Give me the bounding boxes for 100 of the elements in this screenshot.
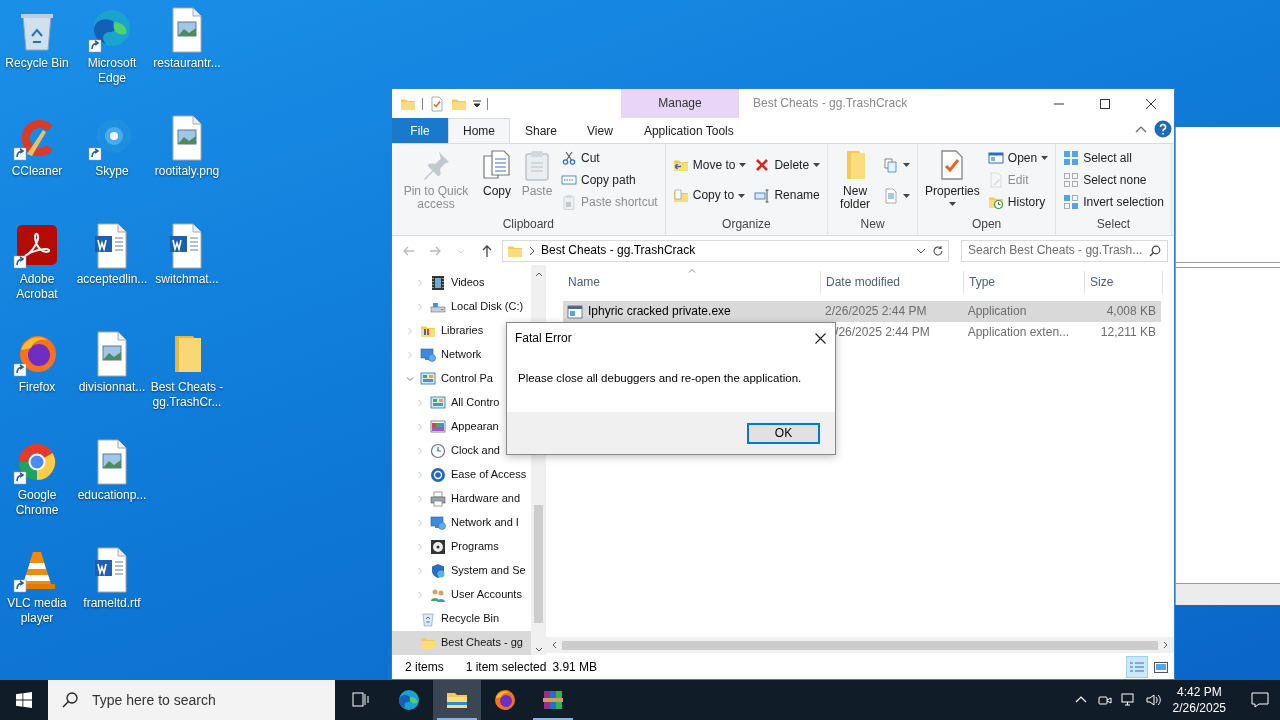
shield-icon	[430, 563, 446, 579]
ribbon-button[interactable]: New folder	[832, 147, 879, 213]
icon-label[interactable]: Google Chrome	[0, 488, 74, 518]
table-cell-text: Application exten...	[966, 325, 1071, 340]
page-icon	[883, 187, 900, 204]
ribbon-tab[interactable]: Share	[510, 118, 573, 143]
ribbon-button[interactable]: History	[984, 191, 1052, 213]
chevron-icon	[529, 246, 535, 255]
ribbon-button[interactable]: Copy to	[669, 184, 750, 207]
text-cursor-icon	[754, 187, 771, 204]
icon-label[interactable]: divisionnat...	[78, 380, 146, 395]
taskbar-app[interactable]	[433, 680, 481, 720]
ribbon-tab[interactable]: Application Tools	[629, 118, 748, 143]
icon-label[interactable]: restaurantr...	[153, 56, 221, 71]
nav-item[interactable]: Programs	[392, 535, 531, 559]
ribbon-button[interactable]: Invert selection	[1060, 191, 1167, 213]
volume-icon[interactable]	[1144, 692, 1161, 708]
ribbon-button[interactable]: Properties	[922, 147, 983, 208]
nav-item[interactable]: Appearan	[392, 415, 531, 439]
grid-icon	[1063, 194, 1080, 210]
scissors-icon	[561, 150, 577, 166]
icon-label[interactable]: Adobe Acrobat	[0, 272, 74, 302]
scroll-down-icon[interactable]	[534, 647, 543, 653]
ribbon-button[interactable]: Rename	[751, 184, 824, 207]
ribbon-button[interactable]: Copy	[478, 147, 516, 200]
scroll-left-icon[interactable]	[551, 641, 557, 649]
network-icon[interactable]	[1120, 692, 1137, 708]
nav-item[interactable]: Hardware and	[392, 487, 531, 511]
ribbon-button[interactable]: Open	[984, 147, 1052, 169]
group-label: Clipboard	[501, 217, 556, 233]
icon-label[interactable]: Best Cheats - gg.TrashCr...	[150, 380, 224, 410]
text-field-icon	[561, 172, 577, 188]
clock[interactable]: 4:42 PM 2/26/2025	[1164, 680, 1234, 720]
nav-item[interactable]: Recycle Bin	[392, 607, 531, 631]
icon-label[interactable]: Microsoft Edge	[75, 56, 149, 86]
control-panel-icon	[430, 395, 446, 411]
scrollbar-thumb[interactable]	[562, 640, 1158, 650]
ribbon-tab[interactable]: Home	[448, 118, 510, 143]
table-cell-text: /26/2025 2:44 PM	[834, 325, 931, 340]
browser-icon	[493, 688, 517, 712]
ribbon-button[interactable]: Delete	[751, 154, 824, 177]
column-header[interactable]: Size	[1085, 271, 1163, 294]
ribbon-button[interactable]: Select all	[1060, 147, 1167, 169]
nav-item[interactable]: User Accounts	[392, 583, 531, 607]
icon-label[interactable]: acceptedlin...	[76, 272, 148, 287]
application-icon	[567, 303, 583, 320]
column-header[interactable]: Name	[563, 271, 821, 294]
grid-icon	[1063, 172, 1080, 188]
nav-item[interactable]: Best Cheats - gg	[392, 631, 531, 655]
group-label: Open	[970, 217, 1003, 233]
scrollbar-thumb[interactable]	[534, 505, 543, 623]
nav-item[interactable]: Network	[392, 343, 531, 367]
refresh-icon[interactable]	[932, 244, 944, 257]
icon-label[interactable]: Recycle Bin	[5, 56, 69, 71]
column-header[interactable]: Type	[964, 271, 1085, 294]
scrollbar[interactable]	[546, 637, 1174, 653]
context-tab[interactable]: Manage	[621, 89, 739, 118]
caret-icon[interactable]	[473, 98, 481, 109]
scroll-right-icon[interactable]	[1163, 641, 1169, 649]
icon-label[interactable]: Skype	[95, 164, 129, 179]
chevron-down-icon[interactable]	[916, 247, 926, 254]
ok-button[interactable]: OK	[747, 422, 820, 444]
accessibility-icon	[430, 467, 446, 483]
breadcrumb[interactable]: Best Cheats - gg.TrashCrack	[541, 243, 696, 258]
nav-item[interactable]: All Contro	[392, 391, 531, 415]
maximize-icon[interactable]	[1100, 98, 1110, 109]
table-cell-text: 4,008 KB	[1105, 304, 1157, 319]
ribbon-button[interactable]: Move to	[669, 154, 750, 177]
search-icon	[62, 692, 78, 708]
search-field[interactable]: Search Best Cheats - gg.Trash...	[961, 239, 1168, 262]
nav-item[interactable]: System and Se	[392, 559, 531, 583]
icon-label[interactable]: switchmat...	[155, 272, 219, 287]
help-button[interactable]	[1152, 118, 1174, 140]
ribbon-button[interactable]: Copy path	[558, 169, 661, 191]
network-icon	[420, 347, 436, 363]
nav-item[interactable]: Videos	[392, 271, 531, 295]
ribbon-tab[interactable]: File	[392, 118, 448, 143]
icon-label[interactable]: VLC media player	[0, 596, 74, 626]
icon-label[interactable]: CCleaner	[11, 164, 63, 179]
address-bar[interactable]: Best Cheats - gg.TrashCrack	[502, 239, 949, 262]
ribbon-tab[interactable]: View	[572, 118, 628, 143]
icon-label[interactable]: rootitaly.png	[154, 164, 220, 179]
control-panel-icon	[420, 371, 436, 387]
nav-item[interactable]: Clock and	[392, 439, 531, 463]
table-cell-text: 2/26/2025 2:44 PM	[824, 304, 928, 319]
nav-item[interactable]: Network and I	[392, 511, 531, 535]
ribbon-button[interactable]: Cut	[558, 147, 661, 169]
icon-label[interactable]: Firefox	[18, 380, 56, 395]
film-icon	[430, 275, 446, 291]
nav-item[interactable]: Ease of Access	[392, 463, 531, 487]
status-text: 3.91 MB	[552, 659, 598, 675]
nav-item[interactable]: Local Disk (C:)	[392, 295, 531, 319]
icon-label[interactable]: frameltd.rtf	[83, 596, 141, 611]
ribbon-button[interactable]: Select none	[1060, 169, 1167, 191]
file-row[interactable]: Iphyric cracked private.exe 2/26/2025 2:44 PM Application 4,008 KB	[563, 301, 1161, 322]
icon-label[interactable]: educationp...	[77, 488, 147, 503]
column-header[interactable]: Date modified	[821, 271, 964, 294]
scroll-up-icon[interactable]	[534, 271, 543, 277]
close-icon[interactable]	[1146, 98, 1156, 109]
grid-icon	[1063, 150, 1080, 166]
